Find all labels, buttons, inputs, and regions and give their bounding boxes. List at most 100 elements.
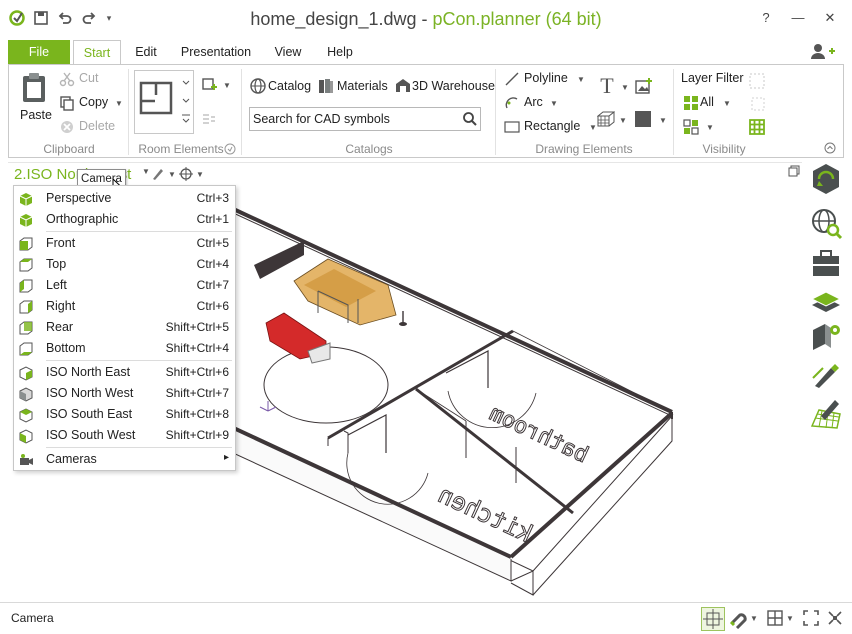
toolbox-icon[interactable] <box>809 246 843 280</box>
file-name: home_design_1.dwg <box>250 9 417 29</box>
menu-item-orthographic[interactable]: Orthographic Ctrl+1 <box>14 209 235 230</box>
copy-button[interactable]: Copy <box>79 95 108 109</box>
iso-north-west-icon <box>19 387 33 402</box>
menu-item-bottom[interactable]: Bottom Shift+Ctrl+4 <box>14 338 235 359</box>
status-bar: Camera ▼ ▼ <box>0 602 852 634</box>
menu-item-iso-south-west[interactable]: ISO South West Shift+Ctrl+9 <box>14 425 235 446</box>
paste-button[interactable]: Paste <box>20 108 52 122</box>
group-divider <box>128 69 129 155</box>
delete-button[interactable]: Delete <box>79 119 115 133</box>
submenu-arrow-icon: ▸ <box>223 452 229 463</box>
layer-filter-label: Layer Filter <box>681 71 744 85</box>
menu-item-iso-south-east[interactable]: ISO South East Shift+Ctrl+8 <box>14 404 235 425</box>
cad-search-input[interactable] <box>250 108 450 130</box>
move-mode-icon[interactable] <box>701 607 725 631</box>
polyline-icon <box>504 71 520 87</box>
layer-select-dropdown-icon[interactable]: ▼ <box>706 123 714 132</box>
menu-item-left[interactable]: Left Ctrl+7 <box>14 275 235 296</box>
menu-item-rear[interactable]: Rear Shift+Ctrl+5 <box>14 317 235 338</box>
pen-tool-dropdown-icon[interactable]: ▼ <box>168 170 176 179</box>
wall-tool-dropdown-icon[interactable]: ▼ <box>223 81 231 90</box>
menu-item-iso-north-west[interactable]: ISO North West Shift+Ctrl+7 <box>14 383 235 404</box>
iso-south-west-icon <box>19 429 33 444</box>
tab-file[interactable]: File <box>8 40 70 64</box>
hatch-dropdown-icon[interactable]: ▼ <box>619 116 627 125</box>
polyline-dropdown-icon[interactable]: ▼ <box>577 75 585 84</box>
grid-dropdown-icon[interactable]: ▼ <box>786 614 794 623</box>
warehouse-button[interactable]: 3D Warehouse <box>412 79 495 93</box>
layer-select-icon[interactable] <box>683 119 699 135</box>
cut-button[interactable]: Cut <box>79 71 98 85</box>
cut-icon <box>59 71 75 87</box>
text-tool-icon[interactable]: T <box>596 75 618 97</box>
rectangle-button[interactable]: Rectangle <box>524 119 580 133</box>
collapse-ribbon-icon[interactable] <box>824 142 836 154</box>
crosshair-icon[interactable] <box>178 166 194 182</box>
tab-view[interactable]: View <box>268 40 308 64</box>
paste-icon[interactable] <box>17 71 51 105</box>
rectangle-dropdown-icon[interactable]: ▼ <box>589 123 597 132</box>
orbit-navigation-icon[interactable] <box>809 162 843 196</box>
status-text: Camera <box>11 611 54 625</box>
menu-separator <box>46 447 232 448</box>
pen-settings-icon[interactable] <box>809 358 843 392</box>
tab-edit[interactable]: Edit <box>128 40 164 64</box>
globe-search-icon[interactable] <box>809 206 843 240</box>
layer-visibility-grid-icon[interactable] <box>749 119 765 135</box>
user-account-icon[interactable] <box>808 42 838 62</box>
material-settings-icon[interactable] <box>809 320 843 354</box>
hatch-grid-icon[interactable] <box>596 111 616 127</box>
menu-item-label: ISO South East <box>46 407 133 421</box>
menu-item-front[interactable]: Front Ctrl+5 <box>14 233 235 254</box>
menu-separator <box>46 360 232 361</box>
tab-start[interactable]: Start <box>73 40 121 65</box>
grid-icon[interactable] <box>766 609 784 627</box>
menu-item-right[interactable]: Right Ctrl+6 <box>14 296 235 317</box>
fill-color-dropdown-icon[interactable]: ▼ <box>659 116 667 125</box>
menu-item-label: Left <box>46 278 67 292</box>
layer-filter-toggle-icon <box>749 73 765 89</box>
menu-item-perspective[interactable]: Perspective Ctrl+3 <box>14 188 235 209</box>
menu-item-label: Perspective <box>46 191 112 205</box>
layer-grid-icon <box>751 97 765 111</box>
tab-help[interactable]: Help <box>320 40 360 64</box>
crosshair-dropdown-icon[interactable]: ▼ <box>196 170 204 179</box>
restore-viewport-icon[interactable] <box>788 165 800 177</box>
all-layers-button[interactable]: All <box>700 95 714 109</box>
menu-item-cameras[interactable]: Cameras ▸ <box>14 449 235 470</box>
fullscreen-icon[interactable] <box>802 609 820 627</box>
room-elements-settings-icon[interactable] <box>224 143 236 155</box>
tab-presentation[interactable]: Presentation <box>176 40 256 64</box>
menu-item-shortcut: Ctrl+4 <box>196 257 229 271</box>
arc-button[interactable]: Arc <box>524 95 543 109</box>
materials-button[interactable]: Materials <box>337 79 388 93</box>
text-tool-dropdown-icon[interactable]: ▼ <box>621 83 629 92</box>
snap-dropdown-icon[interactable]: ▼ <box>750 614 758 623</box>
wall-tool-icon[interactable] <box>201 77 217 93</box>
fill-color-icon[interactable] <box>635 111 651 127</box>
all-layers-dropdown-icon[interactable]: ▼ <box>723 99 731 108</box>
catalog-button[interactable]: Catalog <box>268 79 311 93</box>
minimize-button[interactable]: — <box>784 6 812 30</box>
insert-image-icon[interactable] <box>635 77 653 95</box>
stairs-icon <box>201 111 217 127</box>
help-button[interactable]: ? <box>752 6 780 30</box>
arc-dropdown-icon[interactable]: ▼ <box>550 99 558 108</box>
menu-item-shortcut: Ctrl+5 <box>196 236 229 250</box>
pen-tool-icon[interactable] <box>150 166 166 182</box>
menu-item-iso-north-east[interactable]: ISO North East Shift+Ctrl+6 <box>14 362 235 383</box>
room-elements-gallery[interactable] <box>134 70 194 134</box>
layers-icon[interactable] <box>809 284 843 318</box>
menu-item-shortcut: Ctrl+7 <box>196 278 229 292</box>
menu-item-top[interactable]: Top Ctrl+4 <box>14 254 235 275</box>
polyline-button[interactable]: Polyline <box>524 71 568 85</box>
copy-dropdown-icon[interactable]: ▼ <box>115 99 123 108</box>
terrain-edit-icon[interactable] <box>809 396 843 430</box>
iso-south-east-icon <box>19 408 33 423</box>
catalogs-group-label: Catalogs <box>345 142 393 156</box>
snap-magnet-icon[interactable] <box>728 609 748 630</box>
search-icon[interactable] <box>462 111 478 127</box>
materials-icon <box>317 77 335 95</box>
close-button[interactable]: ✕ <box>816 6 844 30</box>
zoom-extents-icon[interactable] <box>826 609 844 627</box>
